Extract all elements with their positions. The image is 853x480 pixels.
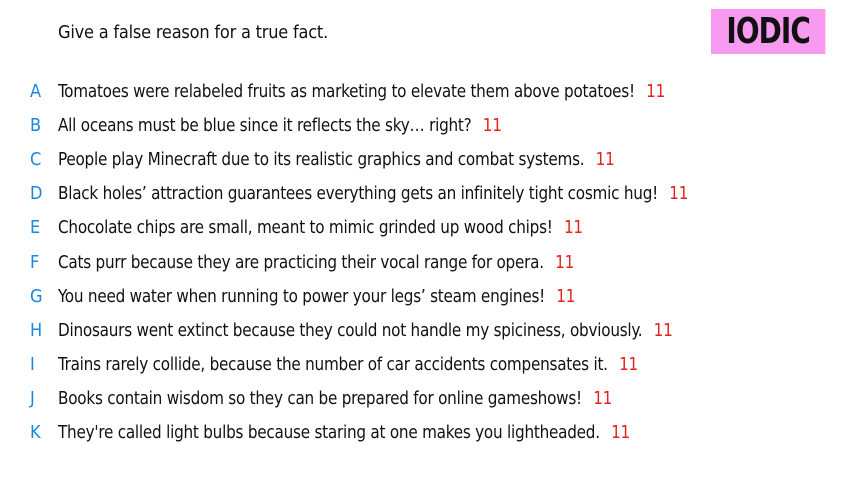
answer-score: 11 [593,388,613,410]
answer-body: Trains rarely collide, because the numbe… [58,354,608,376]
answer-letter: J [30,388,35,410]
answer-row-j[interactable]: J Books contain wisdom so they can be pr… [0,382,853,416]
answer-row-a[interactable]: A Tomatoes were relabeled fruits as mark… [0,74,853,108]
answer-text: Black holes’ attraction guarantees every… [58,183,688,204]
answer-body: Dinosaurs went extinct because they coul… [58,319,643,341]
answer-body: Black holes’ attraction guarantees every… [58,183,659,205]
answer-row-g[interactable]: G You need water when running to power y… [0,279,853,313]
answer-letter: F [30,251,40,273]
answer-score: 11 [556,285,576,307]
answer-row-i[interactable]: I Trains rarely collide, because the num… [0,348,853,382]
answer-letter: K [30,422,41,444]
answer-score: 11 [611,422,631,444]
answer-text: People play Minecraft due to its realist… [58,149,615,170]
answer-text: They're called light bulbs because stari… [58,422,630,443]
answer-score: 11 [595,148,615,170]
answer-text: Tomatoes were relabeled fruits as market… [58,81,665,102]
answer-letter: I [30,354,35,376]
answer-score: 11 [482,114,502,136]
answer-text: Chocolate chips are small, meant to mimi… [58,217,583,238]
answer-score: 11 [653,319,673,341]
answer-body: Books contain wisdom so they can be prep… [58,388,582,410]
answer-text: Trains rarely collide, because the numbe… [58,354,638,375]
answer-body: Chocolate chips are small, meant to mimi… [58,217,553,239]
answer-row-f[interactable]: F Cats purr because they are practicing … [0,245,853,279]
answer-text: You need water when running to power you… [58,286,575,307]
answer-row-c[interactable]: C People play Minecraft due to its reali… [0,142,853,176]
answer-text: Cats purr because they are practicing th… [58,252,574,273]
answer-body: People play Minecraft due to its realist… [58,148,585,170]
answer-letter: D [30,183,43,205]
answer-letter: H [30,319,43,341]
answer-row-k[interactable]: K They're called light bulbs because sta… [0,416,853,450]
answer-row-b[interactable]: B All oceans must be blue since it refle… [0,108,853,142]
answer-text: Dinosaurs went extinct because they coul… [58,320,673,341]
answer-body: Cats purr because they are practicing th… [58,251,544,273]
answer-score: 11 [646,80,666,102]
answer-text: Books contain wisdom so they can be prep… [58,388,612,409]
answer-score: 11 [669,183,689,205]
answer-body: You need water when running to power you… [58,285,546,307]
answer-letter: B [30,114,42,136]
answer-text: All oceans must be blue since it reflect… [58,115,502,136]
answer-letter: E [30,217,41,239]
answer-body: They're called light bulbs because stari… [58,422,600,444]
answer-letter: G [30,285,43,307]
prompt-text: Give a false reason for a true fact. [58,22,329,43]
answer-score: 11 [563,217,583,239]
answer-row-h[interactable]: H Dinosaurs went extinct because they co… [0,313,853,347]
answer-letter: C [30,148,42,170]
answer-score: 11 [555,251,575,273]
game-logo: IODIC [711,9,826,54]
answer-row-d[interactable]: D Black holes’ attraction guarantees eve… [0,177,853,211]
answer-list: A Tomatoes were relabeled fruits as mark… [0,74,853,450]
answer-score: 11 [619,354,638,376]
answer-body: Tomatoes were relabeled fruits as market… [58,80,635,102]
answer-body: All oceans must be blue since it reflect… [58,114,472,136]
answer-letter: A [30,80,42,102]
answer-row-e[interactable]: E Chocolate chips are small, meant to mi… [0,211,853,245]
